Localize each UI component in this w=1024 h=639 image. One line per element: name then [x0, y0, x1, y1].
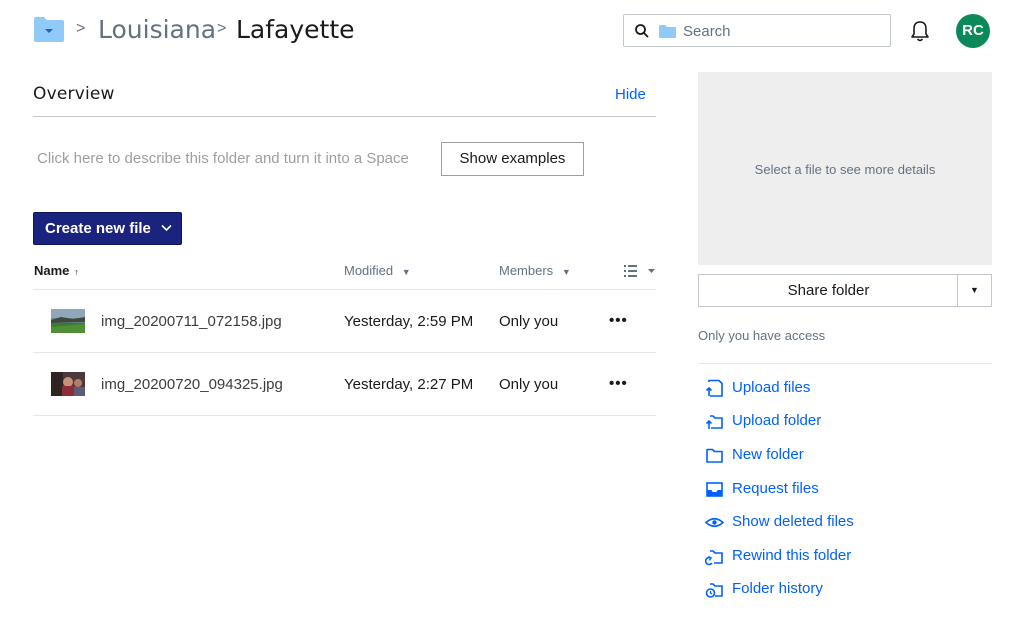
show-deleted-files-action[interactable]: Show deleted files: [705, 512, 985, 534]
access-info: Only you have access: [698, 328, 826, 343]
divider: [33, 415, 656, 416]
more-options-icon[interactable]: •••: [609, 375, 628, 392]
eye-icon: [705, 517, 724, 528]
breadcrumb-separator: >: [217, 20, 227, 37]
upload-folder-icon: [705, 415, 723, 429]
breadcrumb-parent[interactable]: Louisiana: [98, 15, 216, 44]
action-label: Upload folder: [732, 412, 822, 429]
file-modified: Yesterday, 2:27 PM: [344, 376, 474, 393]
folder-icon: [659, 25, 676, 38]
file-members: Only you: [499, 376, 559, 393]
rewind-icon: [705, 550, 723, 566]
file-members: Only you: [499, 313, 559, 330]
overview-title: Overview: [33, 84, 115, 104]
file-name[interactable]: img_20200720_094325.jpg: [101, 376, 283, 393]
search-icon: [635, 24, 649, 38]
action-label: New folder: [732, 446, 804, 463]
upload-folder-action[interactable]: Upload folder: [705, 411, 985, 433]
divider: [33, 116, 656, 117]
chevron-down-icon: [161, 224, 172, 232]
request-files-action[interactable]: Request files: [705, 479, 985, 501]
search-box[interactable]: [623, 14, 891, 47]
column-header-modified-label: Modified: [344, 263, 394, 278]
action-label: Show deleted files: [732, 513, 854, 530]
hide-link[interactable]: Hide: [615, 86, 646, 103]
breadcrumb-current: Lafayette: [236, 15, 355, 44]
column-header-name-label: Name: [34, 263, 70, 278]
breadcrumb-separator: >: [76, 20, 86, 37]
more-options-icon[interactable]: •••: [609, 312, 628, 329]
column-header-members[interactable]: Members ▼: [499, 263, 571, 278]
column-header-modified[interactable]: Modified ▼: [344, 263, 411, 278]
action-label: Upload files: [732, 379, 811, 396]
folder-description-prompt[interactable]: Click here to describe this folder and t…: [37, 150, 409, 167]
upload-files-action[interactable]: Upload files: [705, 378, 985, 400]
folder-history-action[interactable]: Folder history: [705, 579, 985, 601]
new-folder-action[interactable]: New folder: [705, 445, 985, 467]
share-folder-button[interactable]: Share folder: [698, 274, 958, 307]
file-modified: Yesterday, 2:59 PM: [344, 313, 474, 330]
folder-icon[interactable]: [33, 15, 65, 43]
show-examples-button[interactable]: Show examples: [441, 142, 584, 176]
preview-placeholder-text: Select a file to see more details: [754, 162, 936, 177]
caret-down-icon: ▼: [401, 267, 411, 277]
file-preview-panel: Select a file to see more details: [698, 72, 992, 265]
divider: [33, 289, 656, 290]
column-header-name[interactable]: Name ↑: [34, 263, 79, 278]
history-icon: [705, 583, 723, 598]
list-view-icon[interactable]: [623, 264, 655, 278]
create-new-file-label: Create new file: [45, 220, 151, 237]
rewind-folder-action[interactable]: Rewind this folder: [705, 546, 985, 568]
header: > Louisiana > Lafayette RC: [0, 0, 1024, 64]
bell-icon[interactable]: [908, 19, 932, 43]
avatar[interactable]: RC: [956, 14, 990, 48]
action-label: Folder history: [732, 580, 823, 597]
image-thumbnail: [51, 372, 85, 396]
action-label: Rewind this folder: [732, 547, 852, 564]
upload-files-icon: [705, 379, 723, 397]
share-dropdown-button[interactable]: ▼: [957, 274, 992, 307]
request-files-icon: [706, 482, 723, 497]
column-header-members-label: Members: [499, 263, 554, 278]
create-new-file-button[interactable]: Create new file: [33, 212, 182, 245]
divider: [33, 352, 656, 353]
file-name[interactable]: img_20200711_072158.jpg: [101, 313, 282, 330]
action-label: Request files: [732, 480, 819, 497]
divider: [698, 363, 992, 364]
image-thumbnail: [51, 309, 85, 333]
new-folder-icon: [706, 448, 723, 463]
caret-down-icon: ▼: [561, 267, 571, 277]
search-input[interactable]: [683, 20, 883, 42]
sort-arrow-icon: ↑: [74, 267, 79, 277]
